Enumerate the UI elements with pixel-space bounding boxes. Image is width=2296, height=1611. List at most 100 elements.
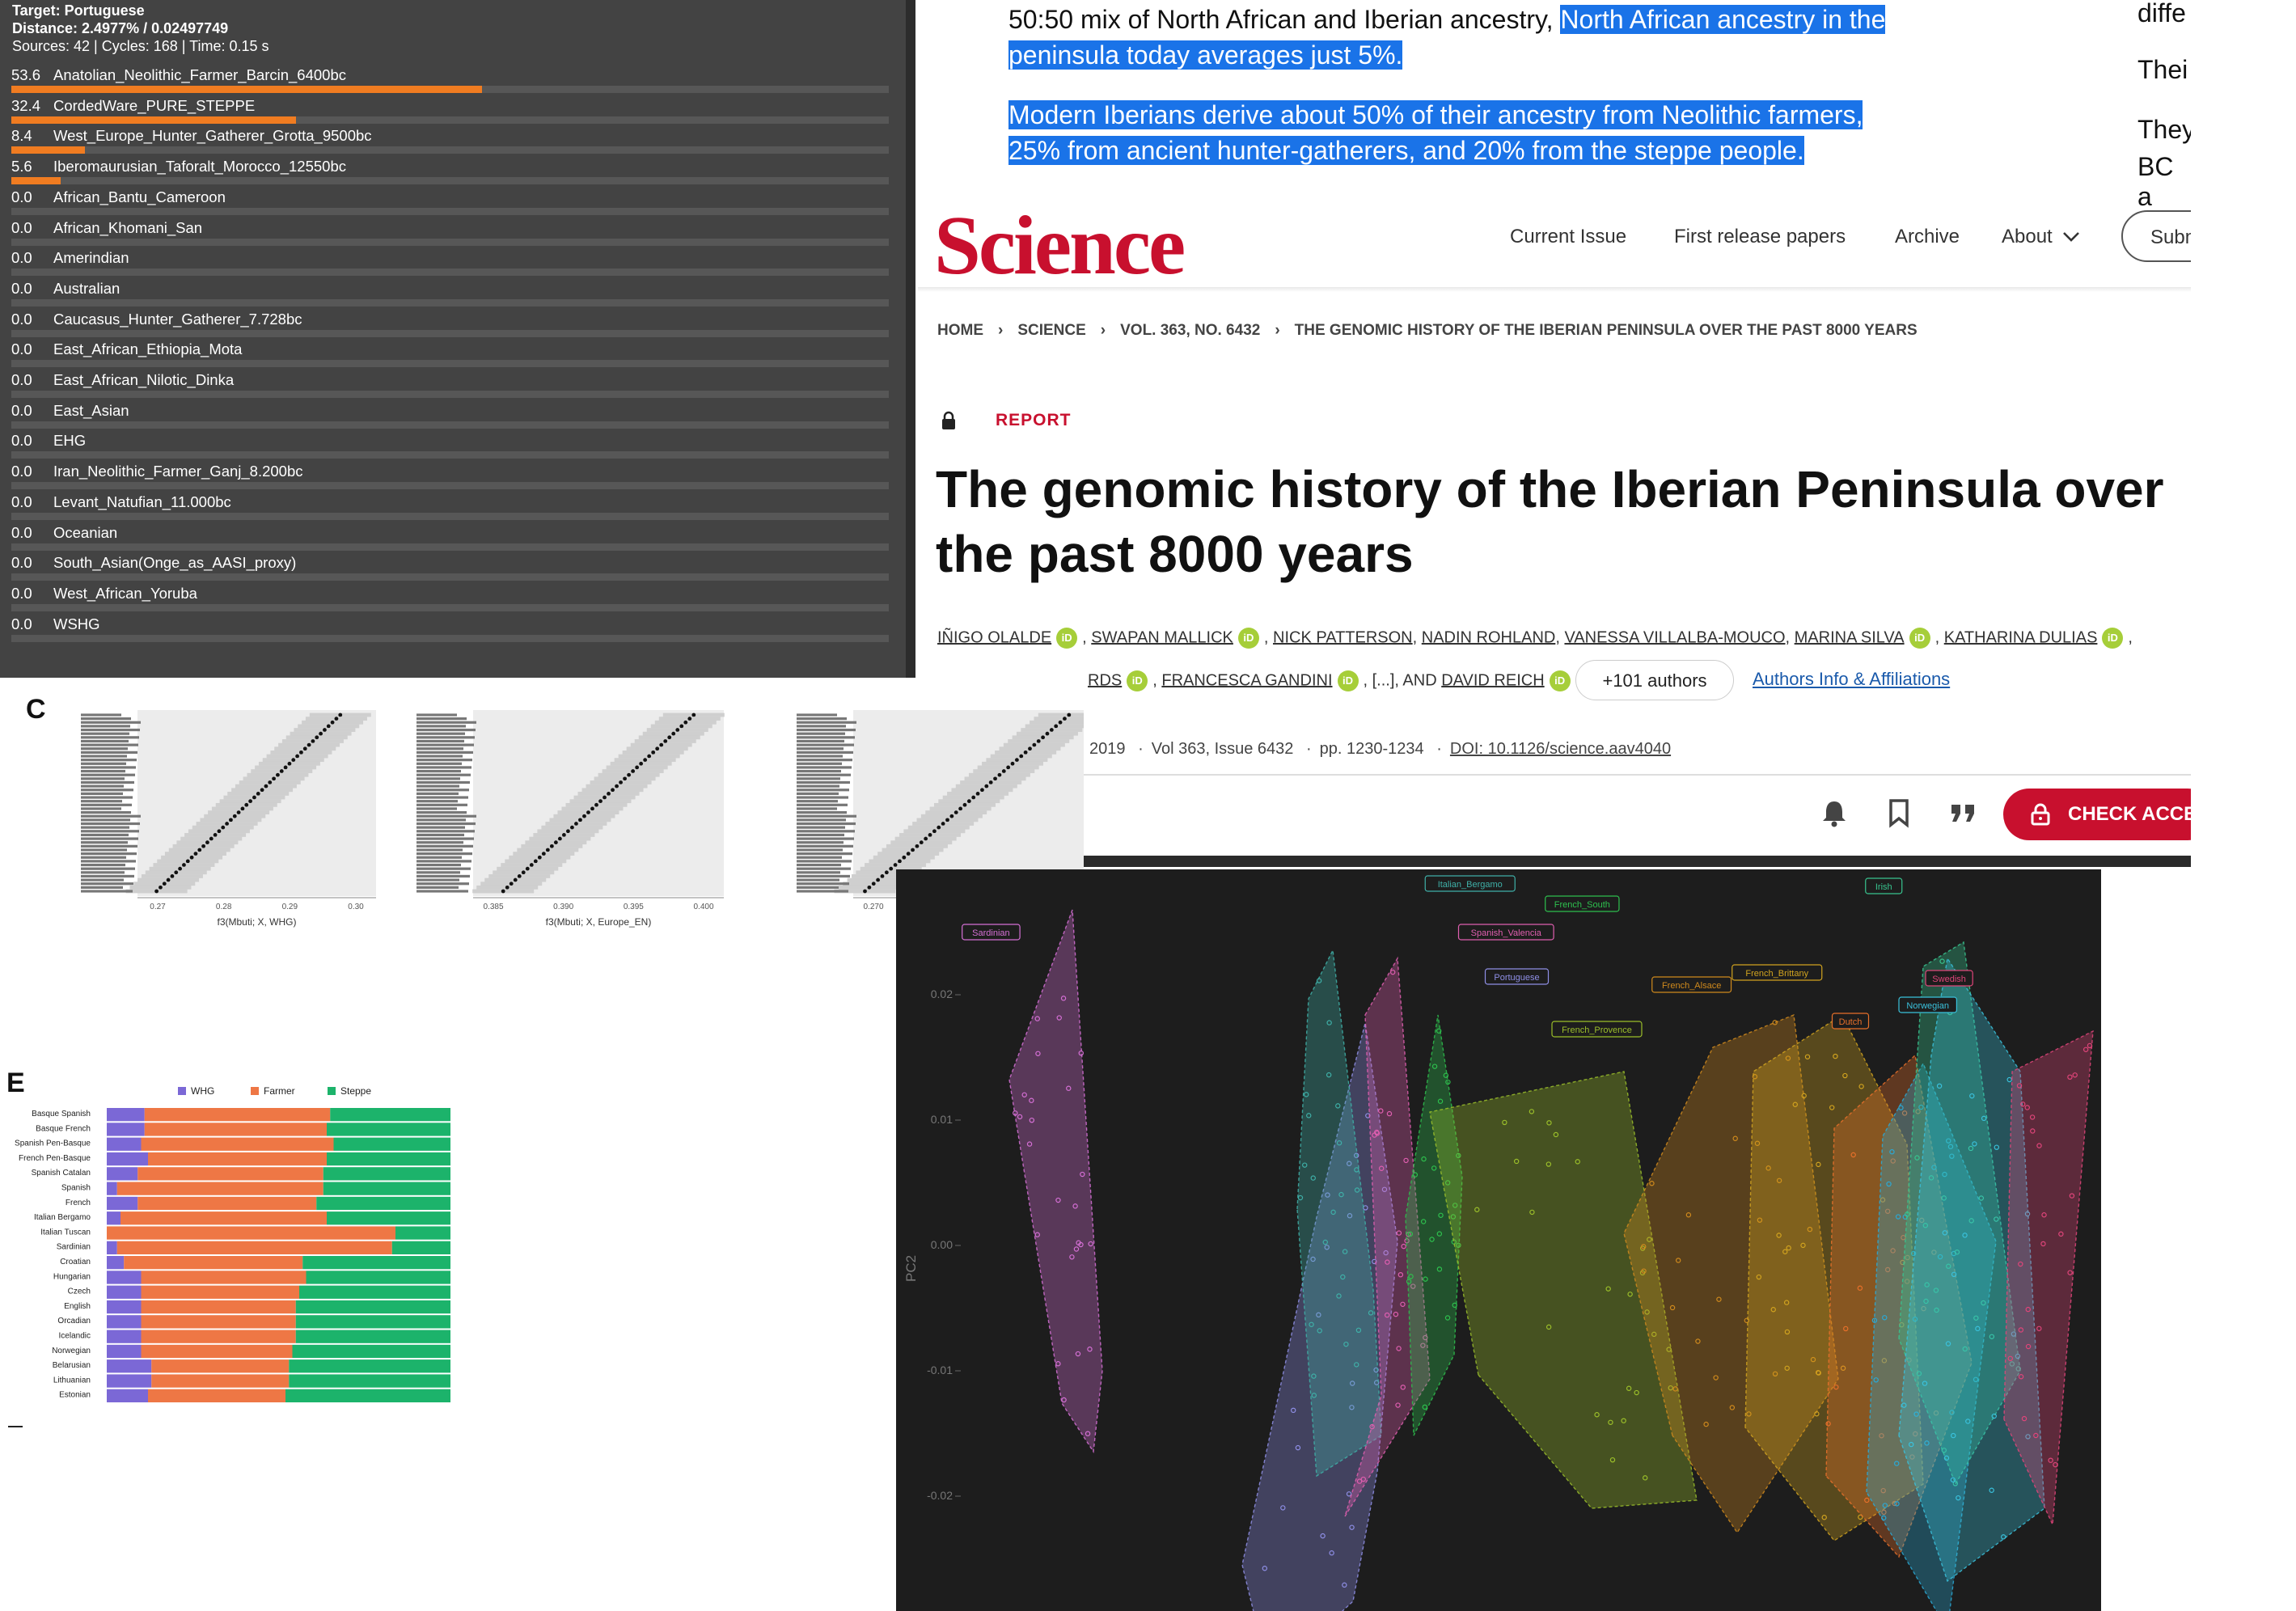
bar-segment (121, 1211, 327, 1225)
result-value: 5.6 (11, 158, 32, 175)
estimate-point (615, 784, 619, 789)
result-text: 0.0 Iran_Neolithic_Farmer_Ganj_8.200bc (11, 463, 303, 480)
author-link[interactable]: SWAPAN MALLICK (1091, 628, 1233, 646)
population-label (416, 844, 473, 848)
author-link[interactable]: DAVID REICH (1441, 671, 1544, 689)
orcid-icon[interactable]: iD (1127, 670, 1148, 691)
orcid-icon[interactable]: iD (1056, 628, 1078, 649)
population-label (797, 833, 844, 837)
orcid-icon[interactable]: iD (1337, 670, 1359, 691)
breadcrumb-volume[interactable]: VOL. 363, NO. 6432 (1120, 322, 1260, 339)
affiliations-link[interactable]: Authors Info & Affiliations (1753, 669, 1950, 690)
orcid-icon[interactable]: iD (1909, 628, 1930, 649)
horizontal-scrollbar[interactable] (918, 856, 2191, 867)
population-label (416, 863, 461, 867)
doi-link[interactable]: DOI: 10.1126/science.aav4040 (1450, 740, 1671, 758)
population-label (81, 822, 140, 826)
population-label (797, 751, 853, 754)
estimate-point (244, 802, 249, 807)
population-label (797, 878, 839, 882)
population-label (81, 796, 133, 799)
population-label (81, 751, 137, 754)
author-link[interactable]: MARINA SILVA (1795, 628, 1905, 646)
author-link[interactable]: VANESSA VILLALBA-MOUCO (1564, 628, 1785, 646)
population-label (416, 833, 464, 837)
population-label (81, 721, 141, 724)
orcid-icon[interactable]: iD (1549, 670, 1571, 691)
author-link[interactable]: FRANCESCA GANDINI (1161, 671, 1332, 689)
bar-segment (316, 1196, 450, 1211)
result-value: 0.0 (11, 401, 32, 419)
result-row: 0.0 African_Khomani_San (11, 216, 889, 246)
author-link[interactable]: IÑIGO OLALDE (937, 628, 1051, 646)
bar-segment (289, 1359, 450, 1373)
population-label (416, 856, 462, 859)
nav-current-issue[interactable]: Current Issue (1510, 226, 1626, 248)
result-bar-track (11, 482, 889, 490)
author-link[interactable]: KATHARINA DULIAS (1944, 628, 2098, 646)
result-text: 0.0 South_Asian(Onge_as_AASI_proxy) (11, 554, 296, 572)
category-label: Lithuanian (53, 1376, 91, 1385)
result-text: 0.0 East_African_Ethiopia_Mota (11, 340, 242, 358)
science-logo[interactable]: Science (934, 197, 1186, 294)
paragraph-text: 50:50 mix of North African and Iberian a… (1008, 5, 1561, 34)
bar-segment (289, 1374, 450, 1388)
bar-segment (141, 1300, 296, 1314)
population-label (416, 773, 471, 776)
nav-first-release[interactable]: First release papers (1674, 226, 1846, 248)
bookmark-icon[interactable] (1883, 797, 1915, 829)
estimate-point (958, 806, 962, 811)
orcid-icon[interactable]: iD (2102, 628, 2124, 649)
population-label (81, 841, 128, 844)
quote-icon[interactable] (1947, 797, 1980, 829)
check-access-button[interactable]: CHECK ACCE (2003, 789, 2191, 840)
body-paragraph-2: Modern Iberians derive about 50% of thei… (1008, 97, 1863, 168)
bar-segment (323, 1182, 450, 1195)
estimate-point (902, 855, 907, 860)
orcid-icon[interactable]: iD (1237, 628, 1259, 649)
bar-segment (285, 1389, 450, 1402)
population-label (797, 841, 844, 844)
nav-about[interactable]: About (2002, 226, 2080, 248)
estimate-point (268, 780, 273, 784)
bar-segment (141, 1285, 299, 1299)
population-label (797, 860, 852, 863)
more-authors-button[interactable]: +101 authors (1575, 660, 1734, 700)
estimate-point (541, 852, 546, 856)
result-row: 0.0 West_African_Yoruba (11, 581, 889, 611)
result-label: Levant_Natufian_11.000bc (53, 493, 231, 510)
estimate-point (945, 818, 949, 822)
bar-segment (144, 1108, 331, 1122)
estimate-point (334, 717, 339, 721)
population-label (797, 800, 838, 803)
result-label: African_Khomani_San (53, 218, 203, 236)
estimate-point (193, 852, 198, 856)
submit-button[interactable]: Subm (2121, 210, 2191, 262)
population-label (797, 810, 847, 814)
estimate-point (659, 742, 664, 747)
estimate-point (623, 776, 627, 781)
author-link[interactable]: NICK PATTERSON (1273, 628, 1413, 646)
estimate-point (949, 814, 954, 818)
population-label (797, 856, 842, 859)
author-link[interactable]: RDS (1088, 671, 1122, 689)
vertical-scrollbar[interactable] (906, 0, 915, 678)
author-link[interactable]: NADIN ROHLAND (1422, 628, 1556, 646)
nav-archive[interactable]: Archive (1895, 226, 1960, 248)
estimate-point (338, 712, 343, 717)
result-row: 0.0 Levant_Natufian_11.000bc (11, 490, 889, 520)
breadcrumb-science[interactable]: SCIENCE (1017, 322, 1085, 339)
highlighted-text: North African ancestry in the (1560, 5, 1886, 34)
category-label: Basque French (36, 1124, 91, 1133)
body-paragraph-1: 50:50 mix of North African and Iberian a… (1008, 2, 1886, 73)
estimate-point (264, 784, 269, 789)
bell-icon[interactable] (1818, 797, 1850, 829)
estimate-point (988, 780, 993, 784)
breadcrumb-home[interactable]: HOME (937, 322, 983, 339)
estimate-point (201, 844, 205, 848)
bar-segment (141, 1315, 296, 1329)
bar-segment (107, 1241, 117, 1254)
bar-segment (302, 1256, 450, 1270)
highlighted-text: peninsula today averages just 5%. (1008, 40, 1403, 70)
estimate-point (984, 784, 989, 789)
